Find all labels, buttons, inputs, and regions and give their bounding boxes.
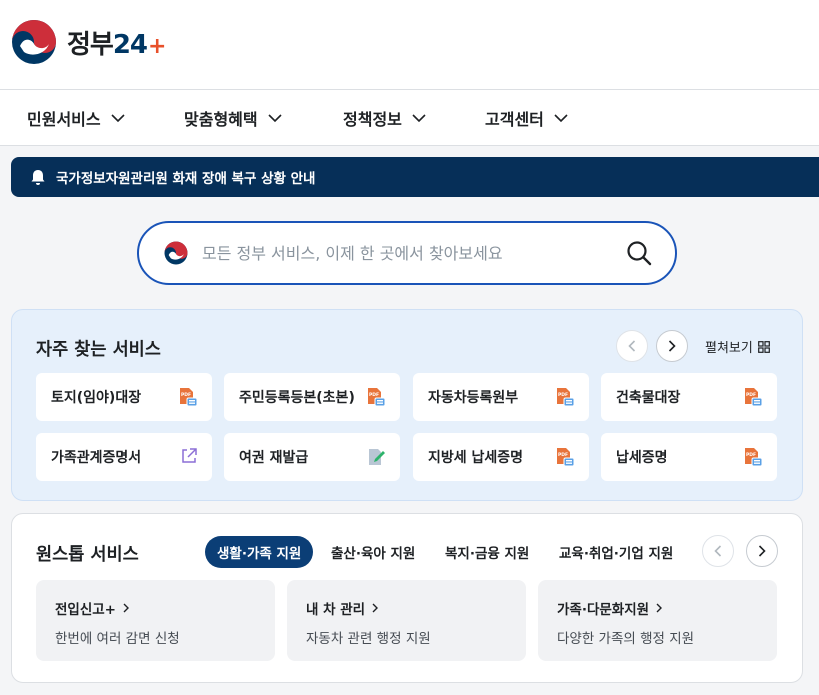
tab-education-employment[interactable]: 교육·취업·기업 지원 bbox=[559, 536, 673, 568]
prev-button[interactable] bbox=[616, 330, 648, 362]
svg-text:PDF: PDF bbox=[558, 452, 568, 458]
svg-text:PDF: PDF bbox=[558, 392, 568, 398]
service-label: 가족관계증명서 bbox=[51, 450, 142, 466]
svg-text:PDF: PDF bbox=[746, 392, 756, 398]
search-input[interactable] bbox=[202, 243, 612, 263]
service-card[interactable]: 납세증명 PDF bbox=[601, 433, 777, 481]
pdf-document-icon: PDF bbox=[368, 388, 386, 407]
onestop-card[interactable]: 내 차 관리 자동차 관련 행정 지원 bbox=[287, 580, 526, 661]
service-card[interactable]: 토지(임야)대장 PDF bbox=[36, 373, 212, 421]
expand-button[interactable]: 펼쳐보기 bbox=[705, 337, 770, 356]
chevron-right-icon bbox=[372, 603, 379, 613]
onestop-card-desc: 다양한 가족의 행정 지원 bbox=[557, 631, 695, 647]
search-bar bbox=[137, 221, 677, 285]
chevron-down-icon bbox=[111, 113, 125, 122]
nav-civil-services[interactable]: 민원서비스 bbox=[27, 90, 125, 146]
service-label: 자동차등록원부 bbox=[428, 390, 519, 406]
service-label: 건축물대장 bbox=[616, 390, 681, 406]
chevron-right-icon bbox=[123, 603, 129, 613]
pdf-document-icon: PDF bbox=[180, 388, 198, 407]
service-label: 주민등록등본(초본) bbox=[239, 390, 355, 406]
service-label: 토지(임야)대장 bbox=[51, 390, 142, 406]
search-icon[interactable] bbox=[625, 239, 653, 267]
service-label: 지방세 납세증명 bbox=[428, 450, 524, 466]
nav-label: 고객센터 bbox=[485, 110, 544, 129]
taegeuk-logo-icon bbox=[12, 20, 56, 64]
notice-banner[interactable]: 국가정보자원관리원 화재 장애 복구 상황 안내 bbox=[11, 157, 819, 197]
section-title: 자주 찾는 서비스 bbox=[36, 340, 161, 360]
onestop-card-desc: 한번에 여러 감면 신청 bbox=[55, 631, 180, 647]
onestop-card-title: 내 차 관리 bbox=[306, 598, 526, 618]
grid-icon bbox=[757, 340, 770, 353]
chevron-right-icon bbox=[668, 340, 676, 352]
edit-document-icon bbox=[369, 449, 385, 465]
service-card[interactable]: 자동차등록원부 PDF bbox=[413, 373, 589, 421]
main-nav: 민원서비스 맞춤형혜택 정책정보 고객센터 bbox=[0, 89, 819, 146]
logo-plus: + bbox=[148, 33, 166, 59]
svg-text:PDF: PDF bbox=[369, 392, 379, 398]
taegeuk-logo-icon bbox=[164, 241, 188, 265]
chevron-down-icon bbox=[268, 113, 282, 122]
pdf-document-icon: PDF bbox=[557, 448, 575, 467]
tab-label: 복지·금융 지원 bbox=[445, 546, 530, 562]
card-title-text: 내 차 관리 bbox=[306, 602, 366, 618]
onestop-services-panel: 원스톱 서비스 생활·가족 지원 출산·육아 지원 복지·금융 지원 교육·취업… bbox=[11, 513, 803, 683]
onestop-card-title: 전입신고+ bbox=[55, 598, 275, 618]
service-card[interactable]: 지방세 납세증명 PDF bbox=[413, 433, 589, 481]
tab-label: 교육·취업·기업 지원 bbox=[559, 546, 674, 562]
onestop-card[interactable]: 전입신고+ 한번에 여러 감면 신청 bbox=[36, 580, 275, 661]
bell-icon bbox=[31, 169, 45, 185]
nav-label: 맞춤형혜택 bbox=[184, 110, 258, 129]
nav-policy-info[interactable]: 정책정보 bbox=[343, 90, 426, 146]
card-title-text: 가족·다문화지원 bbox=[557, 602, 650, 618]
tab-life-family[interactable]: 생활·가족 지원 bbox=[205, 536, 314, 568]
tab-welfare-finance[interactable]: 복지·금융 지원 bbox=[445, 536, 529, 568]
service-label: 여권 재발급 bbox=[239, 450, 309, 466]
nav-custom-benefits[interactable]: 맞춤형혜택 bbox=[184, 90, 282, 146]
service-card[interactable]: 가족관계증명서 bbox=[36, 433, 212, 481]
service-card[interactable]: 여권 재발급 bbox=[224, 433, 400, 481]
frequent-services-panel: 자주 찾는 서비스 펼쳐보기 토지(임야)대장 PDF 주민등록등본(초본) P… bbox=[11, 309, 803, 501]
pdf-document-icon: PDF bbox=[557, 388, 575, 407]
tab-label: 출산·육아 지원 bbox=[331, 546, 416, 562]
onestop-card-title: 가족·다문화지원 bbox=[557, 598, 777, 618]
expand-label: 펼쳐보기 bbox=[705, 341, 753, 356]
header: 정부 24 + bbox=[0, 0, 819, 89]
onestop-card-desc: 자동차 관련 행정 지원 bbox=[306, 631, 431, 647]
chevron-right-icon bbox=[758, 545, 766, 557]
nav-label: 민원서비스 bbox=[27, 110, 101, 129]
onestop-card[interactable]: 가족·다문화지원 다양한 가족의 행정 지원 bbox=[538, 580, 777, 661]
logo-number: 24 bbox=[112, 29, 148, 60]
service-card[interactable]: 건축물대장 PDF bbox=[601, 373, 777, 421]
svg-text:PDF: PDF bbox=[746, 452, 756, 458]
next-button[interactable] bbox=[656, 330, 688, 362]
pdf-document-icon: PDF bbox=[745, 448, 763, 467]
site-logo[interactable]: 정부 24 + bbox=[11, 19, 166, 65]
svg-text:PDF: PDF bbox=[181, 392, 191, 398]
section-title: 원스톱 서비스 bbox=[36, 545, 139, 565]
nav-customer-center[interactable]: 고객센터 bbox=[485, 90, 568, 146]
chevron-left-icon bbox=[714, 545, 722, 557]
prev-button[interactable] bbox=[702, 535, 734, 567]
chevron-down-icon bbox=[412, 113, 426, 122]
tab-label: 생활·가족 지원 bbox=[217, 546, 302, 562]
chevron-right-icon bbox=[656, 603, 663, 613]
logo-wordmark: 정부 24 + bbox=[67, 24, 166, 61]
chevron-down-icon bbox=[554, 113, 568, 122]
notice-text: 국가정보자원관리원 화재 장애 복구 상황 안내 bbox=[56, 171, 316, 187]
external-link-icon bbox=[182, 448, 197, 463]
chevron-left-icon bbox=[628, 340, 636, 352]
card-title-text: 전입신고+ bbox=[55, 602, 116, 618]
logo-text: 정부 bbox=[67, 29, 114, 60]
service-card[interactable]: 주민등록등본(초본) PDF bbox=[224, 373, 400, 421]
tab-birth-childcare[interactable]: 출산·육아 지원 bbox=[331, 536, 415, 568]
service-label: 납세증명 bbox=[616, 450, 668, 466]
pdf-document-icon: PDF bbox=[745, 388, 763, 407]
nav-label: 정책정보 bbox=[343, 110, 402, 129]
next-button[interactable] bbox=[746, 535, 778, 567]
